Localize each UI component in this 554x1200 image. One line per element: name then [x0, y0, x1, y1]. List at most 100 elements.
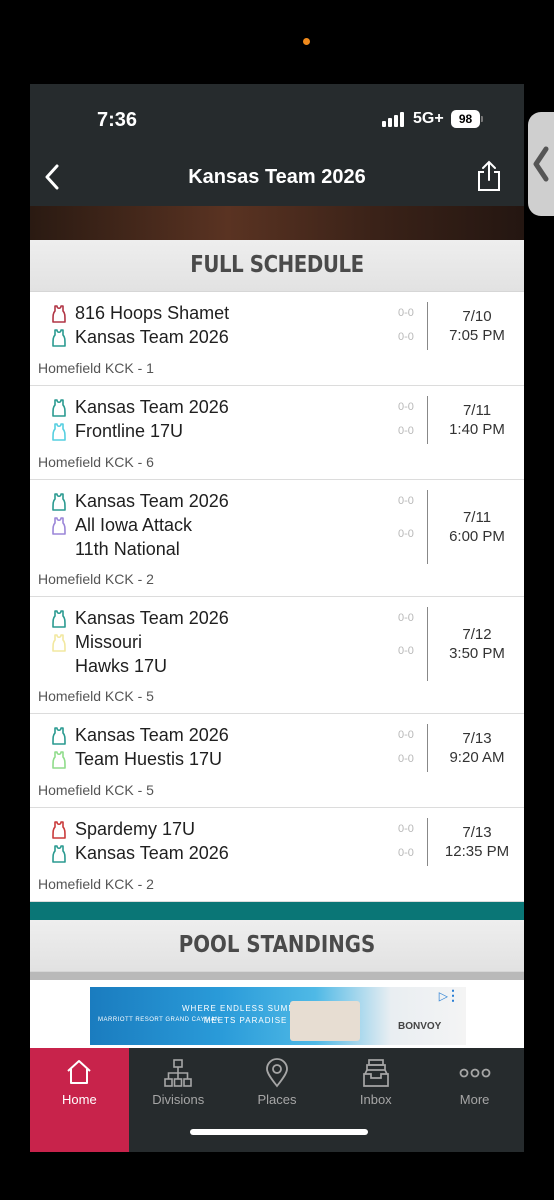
home-indicator	[190, 1129, 368, 1135]
status-bar: 7:36 5G+ 98	[30, 84, 524, 148]
tab-divisions[interactable]: Divisions	[129, 1048, 228, 1152]
network-label: 5G+	[413, 110, 444, 127]
game-date: 7/10	[462, 308, 492, 325]
team-name: Spardemy 17U	[75, 819, 196, 839]
side-handle[interactable]	[528, 112, 554, 216]
tab-label: Home	[62, 1092, 97, 1107]
team-score: 0-0	[398, 729, 414, 741]
full-schedule-header: FULL SCHEDULE	[30, 240, 524, 292]
game-date: 7/13	[462, 824, 492, 841]
home-icon	[67, 1060, 92, 1084]
game-card[interactable]: Kansas Team 2026 0-0 Team Huestis 17U 0-0 7/…	[30, 714, 524, 808]
bottom-tab-bar: Home Divisions Places Inbox More	[30, 1048, 524, 1152]
game-date: 7/11	[462, 402, 492, 419]
chevron-left-icon	[533, 146, 549, 182]
tab-inbox[interactable]: Inbox	[326, 1048, 425, 1152]
team-name: Missouri	[75, 632, 143, 652]
battery-cap	[481, 116, 483, 122]
team-score: 0-0	[398, 401, 414, 413]
jersey-icon	[52, 845, 66, 863]
ad-banner[interactable]: MARRIOTT RESORT GRAND CAYMAN WHERE ENDLE…	[90, 987, 466, 1045]
team-name: Kansas Team 2026	[75, 725, 229, 745]
score-divider	[427, 490, 428, 564]
game-card[interactable]: 816 Hoops Shamet 0-0 Kansas Team 2026 0-0 7/…	[30, 292, 524, 386]
hierarchy-icon	[164, 1059, 192, 1087]
game-time: 7:05 PM	[449, 327, 505, 344]
gray-separator	[30, 972, 524, 980]
game-venue: Homefield KCK - 2	[38, 876, 154, 892]
team-name: Kansas Team 2026	[75, 491, 229, 511]
section-title: POOL STANDINGS	[178, 932, 376, 958]
game-card[interactable]: Kansas Team 2026 0-0 Frontline 17U 0-0 7/11 1…	[30, 386, 524, 480]
header-banner-image	[30, 206, 524, 240]
tab-label: More	[459, 1092, 490, 1107]
team-score: 0-0	[398, 331, 414, 343]
game-card[interactable]: Kansas Team 2026 0-0 All Iowa Attack 11th N…	[30, 480, 524, 597]
score-divider	[427, 396, 428, 444]
team-score: 0-0	[398, 425, 414, 437]
app-screen: 7:36 5G+ 98 Kansas Team 2026 FULL SCHEDU…	[30, 84, 524, 1152]
score-divider	[427, 724, 428, 772]
jersey-icon	[52, 751, 66, 769]
score-divider	[427, 607, 428, 681]
jersey-icon	[52, 821, 66, 839]
score-divider	[427, 818, 428, 866]
game-time: 3:50 PM	[449, 645, 505, 662]
team-name: 816 Hoops Shamet	[75, 303, 230, 323]
tab-label: Divisions	[152, 1092, 205, 1107]
game-card[interactable]: Spardemy 17U 0-0 Kansas Team 2026 0-0 7/13 12…	[30, 808, 524, 902]
jersey-icon	[52, 610, 66, 628]
jersey-icon	[52, 517, 66, 535]
team-score: 0-0	[398, 495, 414, 507]
share-button[interactable]	[472, 158, 506, 194]
team-name: Kansas Team 2026	[75, 327, 229, 347]
schedule-content: FULL SCHEDULE 816 Hoops Shamet 0-0 Kansas …	[30, 240, 524, 1048]
team-score: 0-0	[398, 307, 414, 319]
score-divider	[427, 302, 428, 350]
tab-more[interactable]: More	[425, 1048, 524, 1152]
status-time: 7:36	[97, 109, 138, 131]
ad-more-icon[interactable]: ⋮	[446, 987, 460, 1004]
game-date: 7/11	[462, 509, 492, 526]
more-dots-icon	[459, 1068, 490, 1078]
game-time: 9:20 AM	[449, 749, 505, 766]
team-score: 0-0	[398, 753, 414, 765]
pool-standings-header[interactable]: POOL STANDINGS	[30, 920, 524, 972]
tab-label: Inbox	[359, 1092, 392, 1107]
game-card[interactable]: Kansas Team 2026 0-0 Missouri Hawks 17U 0-0 7…	[30, 597, 524, 714]
game-time: 12:35 PM	[444, 843, 510, 860]
page-title: Kansas Team 2026	[188, 166, 366, 188]
ad-image	[290, 1001, 360, 1041]
team-score: 0-0	[398, 612, 414, 624]
team-score: 0-0	[398, 847, 414, 859]
jersey-icon	[52, 305, 66, 323]
jersey-icon	[52, 727, 66, 745]
back-button[interactable]	[36, 160, 68, 194]
team-name: Kansas Team 2026	[75, 397, 229, 417]
ad-brand-right: BONVOY	[398, 1021, 442, 1032]
game-date: 7/12	[462, 626, 492, 643]
chevron-left-icon	[45, 164, 59, 190]
tab-places[interactable]: Places	[228, 1048, 327, 1152]
jersey-icon	[52, 493, 66, 511]
game-date: 7/13	[462, 730, 492, 747]
game-venue: Homefield KCK - 1	[38, 360, 154, 376]
jersey-icon	[52, 399, 66, 417]
signal-icon	[382, 111, 408, 127]
teal-separator	[30, 902, 524, 920]
game-venue: Homefield KCK - 6	[38, 454, 154, 470]
game-time: 6:00 PM	[449, 528, 505, 545]
section-title: FULL SCHEDULE	[64, 240, 490, 291]
team-name: Kansas Team 2026	[75, 843, 229, 863]
game-venue: Homefield KCK - 5	[38, 782, 154, 798]
tab-home[interactable]: Home	[30, 1048, 129, 1152]
team-name: Team Huestis 17U	[75, 749, 223, 769]
team-name: Frontline 17U	[75, 421, 184, 441]
location-pin-icon	[266, 1058, 288, 1088]
jersey-icon	[52, 634, 66, 652]
tab-label: Places	[257, 1092, 297, 1107]
inbox-tray-icon	[362, 1059, 389, 1087]
share-icon	[478, 160, 500, 191]
game-venue: Homefield KCK - 5	[38, 688, 154, 704]
jersey-icon	[52, 329, 66, 347]
